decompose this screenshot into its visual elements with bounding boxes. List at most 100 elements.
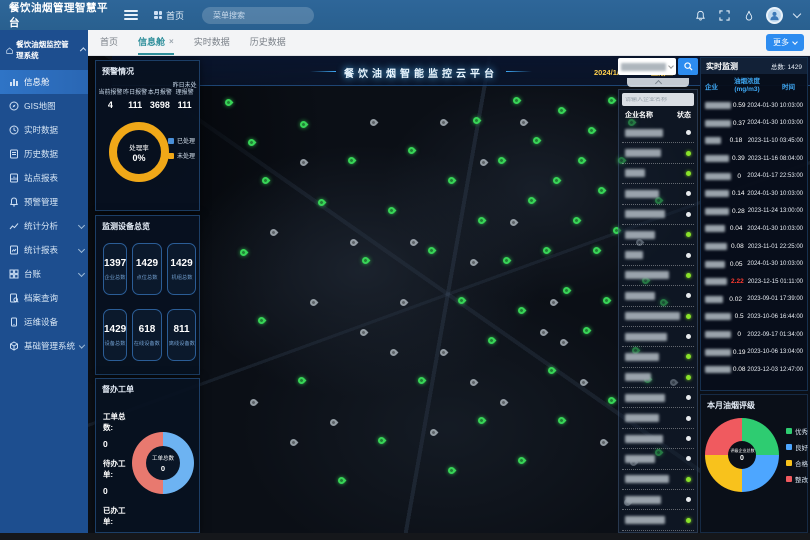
map-pin-offline[interactable] bbox=[269, 228, 279, 238]
map-pin-online[interactable] bbox=[261, 176, 271, 186]
enterprise-select[interactable] bbox=[618, 58, 676, 75]
sidebar-item-0[interactable]: 信息舱 bbox=[0, 70, 88, 94]
bell-icon[interactable] bbox=[694, 9, 707, 22]
map-pin-online[interactable] bbox=[239, 248, 249, 258]
tab-0[interactable]: 首页 bbox=[100, 30, 118, 55]
sidebar-group-toggle[interactable]: 餐饮油烟监控管理系统 bbox=[0, 30, 88, 70]
map-pin-online[interactable] bbox=[572, 216, 582, 226]
enterprise-row-9[interactable] bbox=[622, 307, 694, 327]
sidebar-item-5[interactable]: 预警管理 bbox=[0, 190, 88, 214]
map-pin-offline[interactable] bbox=[509, 218, 519, 228]
more-button[interactable]: 更多 bbox=[766, 34, 804, 51]
map-pin-online[interactable] bbox=[472, 116, 482, 126]
realtime-row-15[interactable]: 0.082023-12-03 12:47:00 bbox=[701, 361, 807, 379]
map-pin-offline[interactable] bbox=[329, 418, 339, 428]
sidebar-item-10[interactable]: 运维设备 bbox=[0, 310, 88, 334]
tab-1[interactable]: 信息舱× bbox=[138, 30, 174, 55]
realtime-row-3[interactable]: 0.392023-11-16 08:04:00 bbox=[701, 150, 807, 168]
map-pin-online[interactable] bbox=[299, 120, 309, 130]
enterprise-row-11[interactable] bbox=[622, 347, 694, 367]
map-pin-online[interactable] bbox=[347, 156, 357, 166]
realtime-row-8[interactable]: 0.082023-11-01 22:25:00 bbox=[701, 238, 807, 256]
map-pin-online[interactable] bbox=[477, 416, 487, 426]
map-pin-online[interactable] bbox=[557, 106, 567, 116]
enterprise-row-15[interactable] bbox=[622, 429, 694, 449]
realtime-row-14[interactable]: 0.192023-10-06 13:04:00 bbox=[701, 343, 807, 361]
map-pin-offline[interactable] bbox=[439, 348, 449, 358]
sidebar-item-8[interactable]: 台账 bbox=[0, 262, 88, 286]
map-pin-online[interactable] bbox=[602, 296, 612, 306]
collapse-handle[interactable] bbox=[627, 78, 689, 87]
menu-toggle-icon[interactable] bbox=[124, 10, 138, 20]
map-pin-online[interactable] bbox=[377, 436, 387, 446]
enterprise-row-7[interactable] bbox=[622, 266, 694, 286]
sidebar-item-4[interactable]: 站点报表 bbox=[0, 166, 88, 190]
map-pin-online[interactable] bbox=[512, 96, 522, 106]
map-pin-offline[interactable] bbox=[389, 348, 399, 358]
map-pin-online[interactable] bbox=[224, 98, 234, 108]
tab-2[interactable]: 实时数据 bbox=[194, 30, 230, 55]
sidebar-item-2[interactable]: 实时数据 bbox=[0, 118, 88, 142]
map-pin-online[interactable] bbox=[517, 456, 527, 466]
map-pin-offline[interactable] bbox=[409, 238, 419, 248]
map-pin-online[interactable] bbox=[297, 376, 307, 386]
enterprise-row-4[interactable] bbox=[622, 205, 694, 225]
enterprise-row-0[interactable] bbox=[622, 123, 694, 143]
realtime-row-13[interactable]: 02022-09-17 01:34:00 bbox=[701, 326, 807, 344]
chevron-down-icon[interactable] bbox=[793, 9, 801, 17]
sidebar-item-6[interactable]: 统计分析 bbox=[0, 214, 88, 238]
enterprise-name-input[interactable] bbox=[625, 97, 691, 103]
map-pin-offline[interactable] bbox=[519, 118, 529, 128]
realtime-row-1[interactable]: 0.372024-01-30 10:03:00 bbox=[701, 115, 807, 133]
map-pin-online[interactable] bbox=[502, 256, 512, 266]
map-pin-online[interactable] bbox=[607, 96, 617, 106]
menu-search-box[interactable] bbox=[202, 7, 314, 24]
map-pin-offline[interactable] bbox=[309, 298, 319, 308]
enterprise-row-2[interactable] bbox=[622, 164, 694, 184]
enterprise-row-1[interactable] bbox=[622, 143, 694, 163]
realtime-row-2[interactable]: 0.182023-11-10 03:45:00 bbox=[701, 132, 807, 150]
map-pin-offline[interactable] bbox=[549, 298, 559, 308]
realtime-row-5[interactable]: 0.142024-01-30 10:03:00 bbox=[701, 185, 807, 203]
map-pin-online[interactable] bbox=[337, 476, 347, 486]
enterprise-row-8[interactable] bbox=[622, 286, 694, 306]
map-pin-online[interactable] bbox=[607, 396, 617, 406]
close-icon[interactable]: × bbox=[169, 37, 174, 46]
realtime-row-6[interactable]: 0.282023-11-24 13:00:00 bbox=[701, 203, 807, 221]
map-pin-online[interactable] bbox=[517, 306, 527, 316]
sidebar-item-7[interactable]: 统计报表 bbox=[0, 238, 88, 262]
flame-icon[interactable] bbox=[742, 9, 755, 22]
realtime-row-10[interactable]: 2.222023-12-15 01:11:00 bbox=[701, 273, 807, 291]
enterprise-row-13[interactable] bbox=[622, 388, 694, 408]
map-pin-offline[interactable] bbox=[469, 258, 479, 268]
enterprise-row-18[interactable] bbox=[622, 490, 694, 510]
enterprise-row-16[interactable] bbox=[622, 449, 694, 469]
map-pin-online[interactable] bbox=[447, 466, 457, 476]
map-pin-offline[interactable] bbox=[559, 338, 569, 348]
enterprise-row-14[interactable] bbox=[622, 408, 694, 428]
realtime-row-7[interactable]: 0.042024-01-30 10:03:00 bbox=[701, 220, 807, 238]
map-pin-offline[interactable] bbox=[479, 158, 489, 168]
avatar[interactable] bbox=[766, 7, 783, 24]
sidebar-item-1[interactable]: GIS地图 bbox=[0, 94, 88, 118]
map-pin-offline[interactable] bbox=[299, 158, 309, 168]
map-pin-offline[interactable] bbox=[289, 438, 299, 448]
realtime-row-12[interactable]: 0.52023-10-06 16:44:00 bbox=[701, 308, 807, 326]
map-pin-online[interactable] bbox=[487, 336, 497, 346]
map-pin-online[interactable] bbox=[587, 126, 597, 136]
map-pin-offline[interactable] bbox=[249, 398, 259, 408]
map-pin-online[interactable] bbox=[557, 416, 567, 426]
map-pin-online[interactable] bbox=[527, 196, 537, 206]
realtime-row-9[interactable]: 0.052024-01-30 10:03:00 bbox=[701, 255, 807, 273]
map-pin-offline[interactable] bbox=[349, 238, 359, 248]
map-pin-offline[interactable] bbox=[439, 118, 449, 128]
enterprise-row-17[interactable] bbox=[622, 470, 694, 490]
map-pin-online[interactable] bbox=[407, 146, 417, 156]
realtime-row-0[interactable]: 0.592024-01-30 10:03:00 bbox=[701, 97, 807, 115]
map-pin-offline[interactable] bbox=[399, 298, 409, 308]
map-pin-online[interactable] bbox=[542, 246, 552, 256]
sidebar-item-3[interactable]: 历史数据 bbox=[0, 142, 88, 166]
map-pin-online[interactable] bbox=[257, 316, 267, 326]
map-pin-online[interactable] bbox=[447, 176, 457, 186]
map-pin-offline[interactable] bbox=[579, 378, 589, 388]
